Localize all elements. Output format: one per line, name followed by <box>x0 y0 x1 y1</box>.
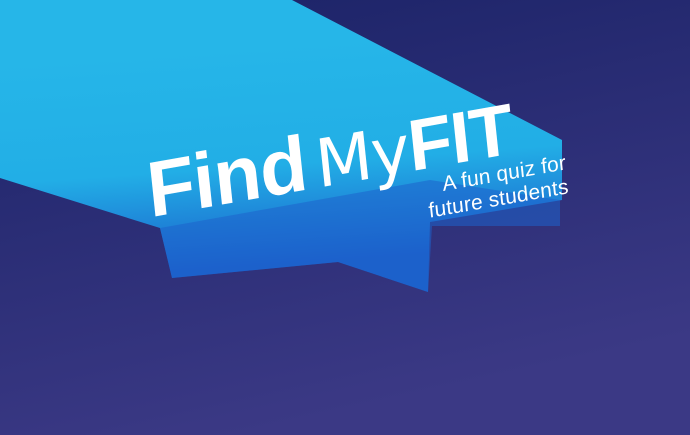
banner-background <box>0 0 690 435</box>
find-my-fit-banner: FindMyFIT A fun quiz for future students <box>0 0 690 435</box>
